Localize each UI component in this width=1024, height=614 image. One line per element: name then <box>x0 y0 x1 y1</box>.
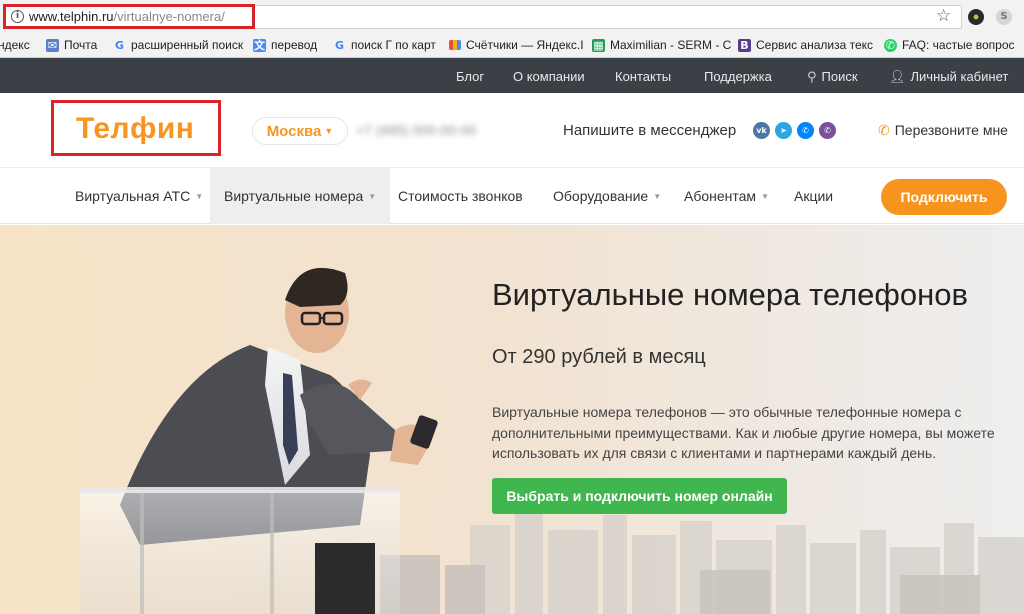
viber-icon[interactable]: ✆ <box>819 122 836 139</box>
bookmark-label: Счётчики — Яндекс.І <box>466 38 584 52</box>
topbar-link-contacts[interactable]: Контакты <box>615 69 671 84</box>
topbar-link-support[interactable]: Поддержка <box>704 69 772 84</box>
translate-icon: 文 <box>253 38 266 52</box>
bookmark-advanced-search[interactable]: G расширенный поиск <box>113 38 243 52</box>
whatsapp-icon: ✆ <box>884 38 897 52</box>
vk-icon[interactable]: vk <box>753 122 770 139</box>
bookmark-faq[interactable]: ✆ FAQ: частые вопрос <box>884 38 1015 52</box>
callback-label: Перезвоните мне <box>894 122 1008 138</box>
browser-address-bar: i www.telphin.ru/virtualnye-nomera/ ☆ S <box>0 0 1024 34</box>
b-icon: B <box>738 38 751 52</box>
bookmark-mail[interactable]: ✉ Почта <box>46 38 97 52</box>
nav-item-call-cost[interactable]: Стоимость звонков <box>384 168 537 224</box>
messenger-label: Напишите в мессенджер <box>563 122 737 139</box>
bookmark-label: Сервис анализа текс <box>756 38 874 52</box>
hero-section: Виртуальные номера телефонов От 290 рубл… <box>0 225 1024 614</box>
nav-label: Абонентам <box>684 188 757 204</box>
chevron-down-icon: ▼ <box>761 192 769 201</box>
callback-link[interactable]: ✆ Перезвоните мне <box>878 122 1008 139</box>
messenger-icon[interactable]: ✆ <box>797 122 814 139</box>
city-selector[interactable]: Москва ▼ <box>252 117 348 145</box>
google-icon: G <box>334 38 345 52</box>
nav-item-promos[interactable]: Акции <box>780 168 847 224</box>
topbar-search-label: Поиск <box>821 69 858 84</box>
select-number-button[interactable]: Выбрать и подключить номер онлайн <box>492 478 787 514</box>
city-label: Москва <box>266 123 322 140</box>
bookmarks-bar: ндекс ✉ Почта G расширенный поиск 文 пере… <box>0 34 1024 58</box>
topbar-link-blog[interactable]: Блог <box>456 69 484 84</box>
info-icon[interactable]: i <box>11 10 24 23</box>
site-top-bar: Блог О компании Контакты Поддержка ⚲ Поис… <box>0 58 1024 93</box>
bookmark-label: ндекс <box>0 38 30 52</box>
chevron-down-icon: ▼ <box>324 126 334 136</box>
connect-button[interactable]: Подключить <box>881 179 1007 215</box>
chevron-down-icon: ▼ <box>195 192 204 201</box>
hero-title: Виртуальные номера телефонов <box>492 277 968 312</box>
nav-item-virtual-numbers[interactable]: Виртуальные номера ▼ <box>210 168 391 224</box>
nav-label: Акции <box>794 188 834 204</box>
bookmark-label: расширенный поиск <box>131 38 244 52</box>
nav-item-virtual-pbx[interactable]: Виртуальная АТС ▼ <box>61 168 217 224</box>
sheets-icon: ▦ <box>592 38 605 52</box>
hero-description: Виртуальные номера телефонов — это обычн… <box>492 404 995 461</box>
nav-label: Оборудование <box>553 188 649 204</box>
bookmark-metrica[interactable]: Счётчики — Яндекс.І <box>449 38 584 52</box>
topbar-search[interactable]: ⚲ Поиск <box>807 69 858 85</box>
search-icon: ⚲ <box>807 69 817 84</box>
bookmark-label: перевод <box>271 38 318 52</box>
bookmark-text-analysis[interactable]: B Сервис анализа текс <box>738 38 873 52</box>
phone-number-blurred: +7 (495) 000-00-00 <box>356 122 477 138</box>
bookmark-map-search[interactable]: G поиск Г по карт <box>333 38 436 52</box>
bookmark-translate[interactable]: 文 перевод <box>253 38 317 52</box>
telegram-icon[interactable]: ➤ <box>775 122 792 139</box>
extension-icon[interactable] <box>968 9 984 25</box>
logo-highlight-box <box>51 100 221 156</box>
bookmark-label: Почта <box>64 38 98 52</box>
mail-icon: ✉ <box>46 38 59 52</box>
topbar-account[interactable]: 👤︎ Личный кабинет <box>889 69 1008 85</box>
url-host: www.telphin.ru <box>29 9 114 24</box>
nav-label: Виртуальная АТС <box>75 188 191 204</box>
url-path: /virtualnye-nomera/ <box>113 9 225 24</box>
bookmark-yandex[interactable]: ндекс <box>0 38 30 52</box>
url-text[interactable]: www.telphin.ru/virtualnye-nomera/ <box>29 9 225 24</box>
chevron-down-icon: ▼ <box>653 192 662 201</box>
bookmark-label: FAQ: частые вопрос <box>902 38 1015 52</box>
nav-label: Виртуальные номера <box>224 188 364 204</box>
bookmark-label: Maximilian - SERM - С <box>610 38 732 52</box>
phone-icon: ✆ <box>878 122 890 138</box>
chevron-down-icon: ▼ <box>368 192 377 201</box>
extension-s-icon[interactable]: S <box>996 9 1012 25</box>
topbar-link-about[interactable]: О компании <box>513 69 585 84</box>
nav-item-equipment[interactable]: Оборудование ▼ <box>539 168 675 224</box>
metrica-icon <box>449 40 461 50</box>
nav-label: Стоимость звонков <box>398 188 523 204</box>
bookmark-serm[interactable]: ▦ Maximilian - SERM - С <box>592 38 731 52</box>
user-icon: 👤︎ <box>889 69 906 84</box>
main-nav: Виртуальная АТС ▼ Виртуальные номера ▼ Сто… <box>0 167 1024 224</box>
nav-item-subscribers[interactable]: Абонентам ▼ <box>670 168 783 224</box>
hero-price: От 290 рублей в месяц <box>492 346 706 368</box>
bookmark-label: поиск Г по карт <box>351 38 436 52</box>
google-icon: G <box>114 38 125 52</box>
bookmark-star-icon[interactable]: ☆ <box>936 7 951 25</box>
topbar-account-label: Личный кабинет <box>910 69 1009 84</box>
